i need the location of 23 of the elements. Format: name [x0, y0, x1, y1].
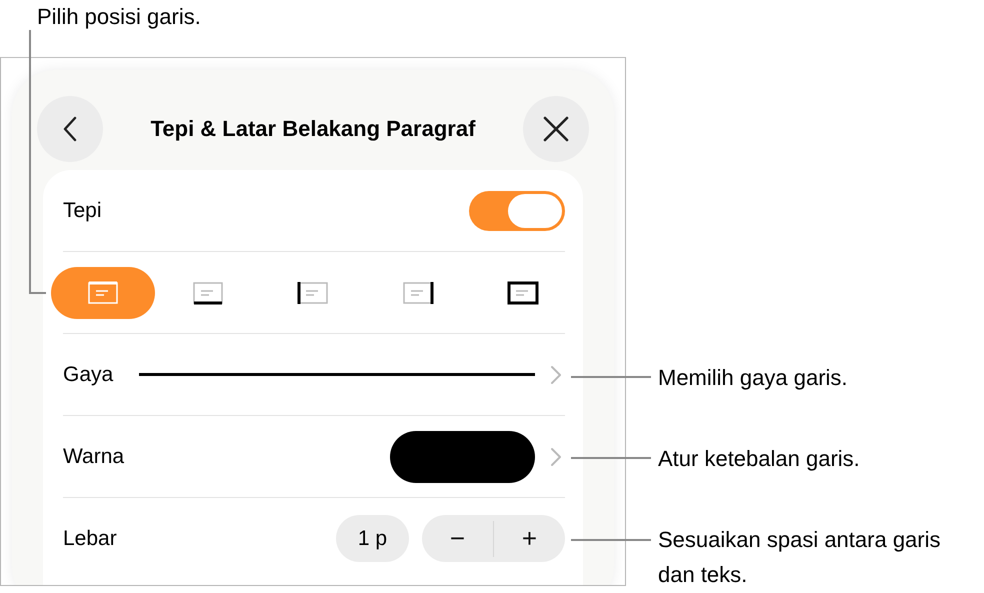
border-position-icon — [87, 280, 119, 304]
row-label: Warna — [63, 444, 124, 468]
border-position-icon — [402, 280, 434, 304]
border-position-icon — [507, 280, 539, 304]
row-label: Gaya — [63, 362, 114, 386]
callout-text: Pilih posisi garis. — [37, 3, 201, 31]
width-value: 1 p — [336, 515, 409, 562]
panel-title: Tepi & Latar Belakang Paragraf — [150, 116, 476, 142]
decrease-button[interactable]: − — [422, 515, 493, 562]
toggle-switch[interactable] — [469, 190, 565, 230]
callout-text: Atur ketebalan garis. — [658, 445, 860, 473]
close-icon — [543, 116, 569, 142]
chevron-icon — [549, 446, 563, 468]
border-position-icon — [192, 280, 224, 304]
border-position-icon — [297, 280, 329, 304]
color-swatch[interactable] — [390, 430, 535, 482]
increase-button[interactable]: + — [494, 515, 565, 562]
row-label: Tepi — [63, 198, 102, 222]
back-icon — [62, 116, 78, 142]
row-label: Lebar — [63, 526, 117, 550]
chevron-icon — [549, 364, 563, 386]
callout-text: Sesuaikan spasi antara garis dan teks. — [658, 526, 942, 589]
callout-text: Memilih gaya garis. — [658, 364, 848, 392]
